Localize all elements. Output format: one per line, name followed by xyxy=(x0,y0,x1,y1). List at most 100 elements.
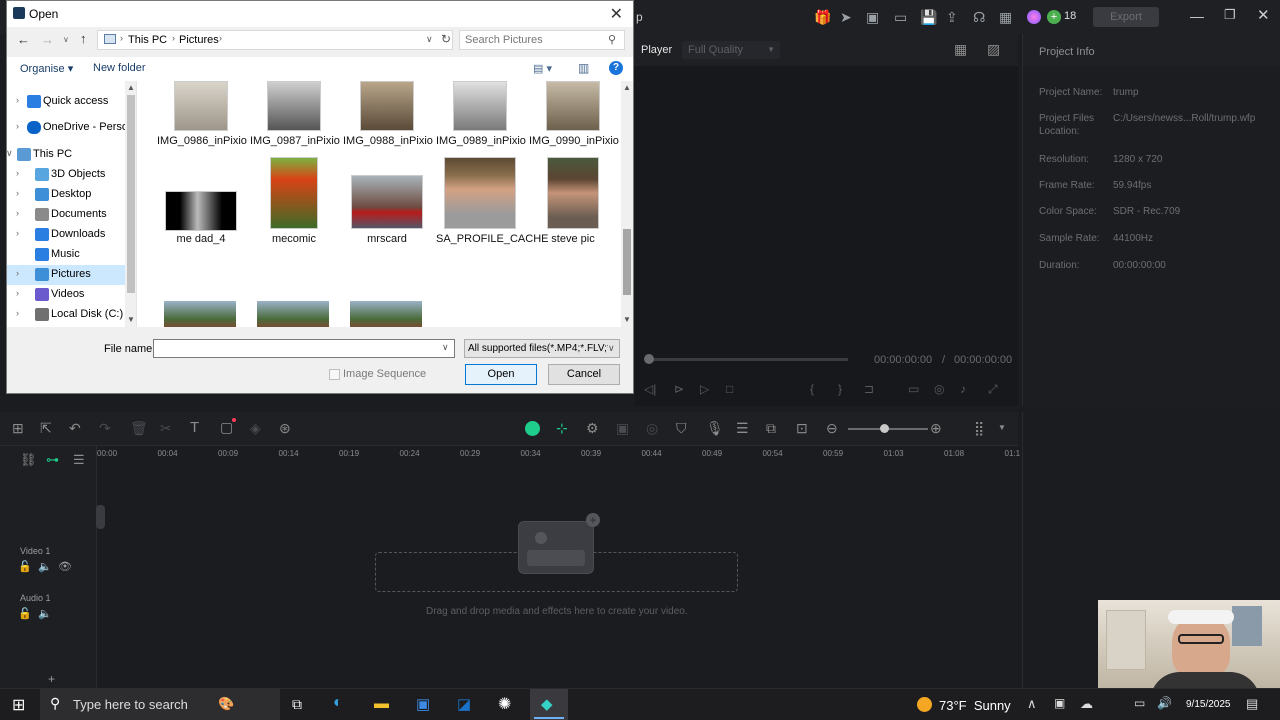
layout-icon[interactable]: ⊞ xyxy=(12,420,24,437)
outlook-icon[interactable]: ◪ xyxy=(457,695,471,713)
edge-icon[interactable]: ◐ xyxy=(333,694,343,712)
replace-icon[interactable]: ⧉ xyxy=(766,420,776,437)
weather-text[interactable]: 73°F Sunny xyxy=(939,698,1011,713)
taskbar-date[interactable]: 9/15/2025 xyxy=(1186,699,1231,710)
mute-icon[interactable]: 🔈 xyxy=(38,560,52,573)
image-sequence-checkbox[interactable] xyxy=(329,369,340,380)
gift-icon[interactable]: 🎁 xyxy=(814,9,831,26)
mute-icon[interactable]: 🔈 xyxy=(38,607,52,620)
new-folder-button[interactable]: New folder xyxy=(93,62,146,74)
stop-icon[interactable]: □ xyxy=(726,382,733,396)
minimize-icon[interactable]: — xyxy=(1190,8,1204,24)
file-item[interactable]: mrscard xyxy=(343,175,431,246)
grid-view-icon[interactable]: ⣿ xyxy=(974,420,984,437)
snap-icon[interactable]: ⊹ xyxy=(556,420,568,437)
mark-in-icon[interactable]: { xyxy=(810,382,814,396)
chevron-right-icon[interactable]: › xyxy=(16,121,19,131)
shield-icon[interactable]: ⛉ xyxy=(676,420,687,437)
select-tool-icon[interactable]: ⇱ xyxy=(40,420,52,437)
search-box[interactable]: Search Pictures ⚲ xyxy=(459,30,625,50)
nav-item[interactable]: › Documents xyxy=(7,205,125,225)
playback-progress[interactable] xyxy=(648,358,848,361)
apps-grid-icon[interactable]: ▦ xyxy=(999,9,1012,26)
chevron-right-icon[interactable]: › xyxy=(16,308,19,318)
up-icon[interactable]: ↑ xyxy=(80,31,87,46)
chevron-down-icon[interactable]: ▼ xyxy=(998,423,1006,432)
chatgpt-icon[interactable]: ✺ xyxy=(498,694,511,714)
thumbnail-image[interactable] xyxy=(257,301,329,327)
add-media-icon[interactable]: + xyxy=(586,513,600,527)
speed-icon[interactable]: ◎ xyxy=(646,420,658,437)
lock-icon[interactable]: 🔓 xyxy=(18,607,32,620)
monitor-icon[interactable]: ▭ xyxy=(894,9,907,26)
chevron-right-icon[interactable]: › xyxy=(16,228,19,238)
fit-icon[interactable]: ⊡ xyxy=(796,420,808,437)
avatar-orb[interactable] xyxy=(1027,10,1041,24)
file-item[interactable]: IMG_0987_inPixio xyxy=(250,81,340,148)
recent-chevron-icon[interactable]: ∨ xyxy=(63,35,69,44)
thumbnail-image[interactable] xyxy=(164,301,236,327)
onedrive-icon[interactable]: ☁ xyxy=(1080,696,1093,712)
address-dropdown-icon[interactable]: ∨ xyxy=(426,34,433,45)
chevron-right-icon[interactable]: › xyxy=(16,95,19,105)
file-item[interactable]: SA_PROFILE_CACHE xyxy=(436,157,548,246)
audio-sync-icon[interactable]: ⚙ xyxy=(586,420,599,437)
mark-out-icon[interactable]: } xyxy=(838,382,842,396)
close-icon[interactable]: ✕ xyxy=(1257,6,1270,24)
file-name-input[interactable]: ∨ xyxy=(153,339,455,358)
file-type-filter[interactable]: All supported files(*.MP4;*.FLV;* ∨ xyxy=(464,339,620,358)
support-icon[interactable]: ☊ xyxy=(973,9,985,26)
nav-item[interactable]: › Local Disk (C:) xyxy=(7,305,125,325)
play-reverse-icon[interactable]: ⊳ xyxy=(674,382,684,396)
chevron-right-icon[interactable]: › xyxy=(16,288,19,298)
snapshot-image-icon[interactable]: ▨ xyxy=(987,41,1000,58)
display-icon[interactable]: ▭ xyxy=(908,382,919,396)
breadcrumb-pictures[interactable]: Pictures xyxy=(179,34,219,46)
export-button[interactable]: Export xyxy=(1093,7,1159,27)
cloud-media-icon[interactable]: ▣ xyxy=(866,9,879,26)
taskbar-search[interactable]: ⚲ Type here to search 🎨 xyxy=(40,689,280,720)
mask-icon[interactable]: ◈ xyxy=(250,420,261,437)
search-icon[interactable]: ⚲ xyxy=(608,33,616,46)
tray-app-icon[interactable]: ▣ xyxy=(1054,696,1065,710)
file-scrollbar[interactable]: ▲ ▼ xyxy=(621,81,633,327)
file-item[interactable]: IMG_0986_inPixio xyxy=(157,81,247,148)
upload-icon[interactable]: ⇪ xyxy=(946,9,958,26)
ai-tool-icon[interactable]: ⊛ xyxy=(279,420,291,437)
breadcrumb-this-pc[interactable]: This PC xyxy=(128,34,167,46)
volume-icon[interactable]: ♪ xyxy=(960,382,966,396)
windows-start-icon[interactable]: ⊞ xyxy=(12,695,25,715)
smile-icon[interactable] xyxy=(525,421,540,436)
nav-scrollbar[interactable]: ▲ ▼ xyxy=(125,81,136,327)
chevron-right-icon[interactable]: › xyxy=(16,268,19,278)
close-icon[interactable]: ✕ xyxy=(610,4,623,24)
chevron-right-icon[interactable]: › xyxy=(16,208,19,218)
quality-select[interactable]: Full Quality ▼ xyxy=(682,41,780,59)
nav-item[interactable]: › Videos xyxy=(7,285,125,305)
file-item[interactable]: mecomic xyxy=(250,157,338,246)
nav-item[interactable]: › Downloads xyxy=(7,225,125,245)
track-manage-icon[interactable]: ☰ xyxy=(73,452,85,468)
nav-item[interactable]: › 3D Objects xyxy=(7,165,125,185)
restore-icon[interactable]: ❐ xyxy=(1224,7,1236,23)
link-icon[interactable]: ⛓ xyxy=(20,452,37,468)
crop-icon[interactable]: ▢ xyxy=(220,419,233,436)
notifications-icon[interactable]: ▤ xyxy=(1246,696,1258,712)
address-bar[interactable]: › This PC › Pictures › ∨ ↻ xyxy=(97,30,453,50)
forward-icon[interactable]: → xyxy=(41,32,54,47)
layout-grid-icon[interactable]: ▦ xyxy=(954,41,967,58)
add-track-icon[interactable]: + xyxy=(48,672,55,686)
refresh-icon[interactable]: ↻ xyxy=(441,32,451,46)
cancel-button[interactable]: Cancel xyxy=(548,364,620,385)
zoom-out-icon[interactable]: ⊖ xyxy=(826,420,838,437)
nav-item[interactable]: › Pictures xyxy=(7,265,125,285)
track-resize-handle[interactable] xyxy=(96,505,105,529)
task-view-icon[interactable]: ⧉ xyxy=(292,696,302,713)
back-icon[interactable]: ← xyxy=(17,32,30,47)
file-item[interactable]: IMG_0988_inPixio xyxy=(343,81,433,148)
send-icon[interactable]: ➤ xyxy=(840,9,852,26)
view-options-icon[interactable]: ▤ ▾ xyxy=(533,62,552,75)
filmora-task[interactable]: ◆ xyxy=(530,689,568,720)
playhead-handle[interactable] xyxy=(644,354,654,364)
organise-button[interactable]: Organise ▾ xyxy=(20,62,73,75)
